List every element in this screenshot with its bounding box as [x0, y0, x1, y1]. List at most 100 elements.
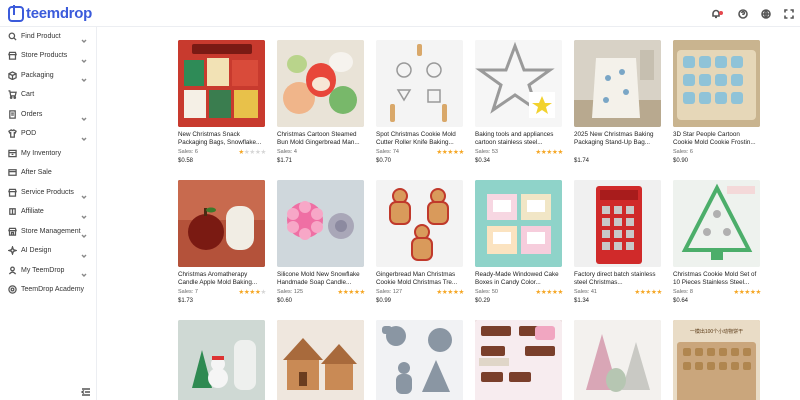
sidebar-item-store-management[interactable]: Store Management — [0, 222, 97, 240]
sidebar-item-affiliate[interactable]: Affiliate — [0, 203, 97, 221]
sales-value: 127 — [392, 289, 403, 295]
product-image[interactable] — [376, 320, 463, 400]
sidebar-item-teemdrop-academy[interactable]: TeemDrop Academy — [0, 281, 97, 299]
product-image[interactable] — [475, 180, 562, 267]
product-title[interactable]: New Christmas Snack Packaging Bags, Snow… — [178, 131, 266, 147]
product-card[interactable] — [277, 320, 367, 400]
product-title[interactable]: Ready-Made Windowed Cake Boxes in Candy … — [475, 271, 563, 287]
product-price: $0.70 — [376, 158, 392, 164]
product-title[interactable]: Christmas Aromatherapy Candle Apple Mold… — [178, 271, 266, 287]
help-icon[interactable] — [731, 8, 754, 19]
bell-icon[interactable] — [704, 9, 727, 19]
product-title[interactable]: 3D Star People Cartoon Cookie Mold Cooki… — [673, 131, 761, 147]
sidebar-item-label: Store Management — [21, 227, 81, 235]
product-image[interactable] — [475, 320, 562, 400]
product-image[interactable] — [277, 180, 364, 267]
product-image[interactable] — [178, 320, 265, 400]
sidebar-item-pod[interactable]: POD — [0, 125, 97, 143]
product-image[interactable] — [574, 180, 661, 267]
product-image[interactable] — [574, 40, 661, 127]
fullscreen-icon[interactable] — [777, 8, 800, 19]
sidebar-item-after-sale[interactable]: After Sale — [0, 164, 97, 182]
sales-label: Sales: — [475, 149, 491, 155]
product-image[interactable] — [475, 40, 562, 127]
globe-icon[interactable] — [754, 8, 777, 19]
product-title[interactable]: Spot Christmas Cookie Mold Cutter Roller… — [376, 131, 464, 147]
product-title[interactable]: Gingerbread Man Christmas Cookie Mold Ch… — [376, 271, 464, 287]
sidebar-item-orders[interactable]: Orders — [0, 105, 97, 123]
collapse-sidebar-icon[interactable] — [80, 384, 91, 396]
product-image[interactable] — [178, 180, 265, 267]
affiliate-icon — [8, 207, 17, 216]
sidebar-item-cart[interactable]: Cart — [0, 86, 97, 104]
product-price: $0.64 — [673, 298, 689, 304]
product-image[interactable] — [277, 40, 364, 127]
product-card[interactable] — [574, 320, 664, 400]
product-title[interactable]: Baking tools and appliances cartoon stai… — [475, 131, 563, 147]
product-card[interactable]: 2025 New Christmas Baking Packaging Stan… — [574, 40, 664, 164]
product-card[interactable] — [475, 320, 565, 400]
sales-row: Sales: 8 ★★★★★ — [673, 288, 761, 296]
product-card[interactable]: Silicone Mold New Snowflake Handmade Soa… — [277, 180, 367, 304]
star-icon: ★★★★★ — [535, 289, 563, 296]
sidebar-item-service-products[interactable]: Service Products — [0, 183, 97, 201]
product-price: $1.71 — [277, 158, 293, 164]
product-image[interactable] — [178, 40, 265, 127]
product-card[interactable]: Baking tools and appliances cartoon stai… — [475, 40, 565, 164]
sidebar-item-my-inventory[interactable]: My Inventory — [0, 144, 97, 162]
product-card[interactable]: Christmas Aromatherapy Candle Apple Mold… — [178, 180, 268, 304]
product-card[interactable]: 一模出100个小动物饼干 — [673, 320, 763, 400]
inventory-icon — [8, 149, 17, 158]
product-image[interactable] — [277, 320, 364, 400]
sales-count: Sales: 41 — [574, 289, 597, 295]
chevron-down-icon — [80, 188, 88, 199]
product-image[interactable] — [376, 40, 463, 127]
product-card[interactable] — [178, 320, 268, 400]
notification-dot — [719, 10, 723, 15]
sales-value: 125 — [293, 289, 304, 295]
logo-icon — [8, 4, 24, 22]
product-card[interactable] — [376, 320, 466, 400]
product-card[interactable]: Spot Christmas Cookie Mold Cutter Roller… — [376, 40, 466, 164]
product-image[interactable] — [376, 180, 463, 267]
product-card[interactable]: Gingerbread Man Christmas Cookie Mold Ch… — [376, 180, 466, 304]
sales-count: Sales: 6 — [178, 149, 198, 155]
product-image[interactable] — [673, 180, 760, 267]
product-card[interactable]: Christmas Cookie Mold Set of 10 Pieces S… — [673, 180, 763, 304]
sales-row: Sales: 127 ★★★★★ — [376, 288, 464, 296]
top-icons — [704, 0, 800, 27]
logo[interactable]: teemdrop — [8, 4, 92, 22]
product-title[interactable]: 2025 New Christmas Baking Packaging Stan… — [574, 131, 662, 147]
sales-row: Sales: 50 ★★★★★ — [475, 288, 563, 296]
chevron-down-icon — [80, 227, 88, 238]
product-image[interactable] — [574, 320, 661, 400]
product-card[interactable]: Christmas Cartoon Steamed Bun Mold Ginge… — [277, 40, 367, 164]
orders-icon — [8, 109, 17, 119]
sales-value: 50 — [491, 289, 498, 295]
product-card[interactable]: Factory direct batch stainless steel Chr… — [574, 180, 664, 304]
product-title[interactable]: Silicone Mold New Snowflake Handmade Soa… — [277, 271, 365, 287]
product-card[interactable]: Ready-Made Windowed Cake Boxes in Candy … — [475, 180, 565, 304]
sales-count: Sales: 7 — [178, 289, 198, 295]
sales-value: 4 — [293, 149, 297, 155]
product-title[interactable]: Christmas Cartoon Steamed Bun Mold Ginge… — [277, 131, 365, 147]
sidebar-item-ai-design[interactable]: AI Design — [0, 242, 97, 260]
star-rating: ★★★★★ — [337, 288, 365, 296]
product-card[interactable]: New Christmas Snack Packaging Bags, Snow… — [178, 40, 268, 164]
sidebar-item-my-teemdrop[interactable]: My TeemDrop — [0, 261, 97, 279]
product-grid: New Christmas Snack Packaging Bags, Snow… — [98, 27, 800, 400]
sidebar-item-packaging[interactable]: Packaging — [0, 66, 97, 84]
sales-count: Sales: 8 — [673, 289, 693, 295]
sales-label: Sales: — [574, 289, 590, 295]
sidebar-item-store-products[interactable]: Store Products — [0, 47, 97, 65]
chevron-down-icon — [80, 110, 88, 121]
star-icon: ★★★★★ — [436, 149, 464, 156]
product-card[interactable]: 3D Star People Cartoon Cookie Mold Cooki… — [673, 40, 763, 164]
star-icon: ★★★★★ — [436, 289, 464, 296]
product-image[interactable] — [673, 40, 760, 127]
sidebar-item-find-product[interactable]: Find Product — [0, 27, 97, 45]
ai-icon — [8, 246, 17, 255]
product-title[interactable]: Factory direct batch stainless steel Chr… — [574, 271, 662, 287]
product-image[interactable]: 一模出100个小动物饼干 — [673, 320, 760, 400]
product-title[interactable]: Christmas Cookie Mold Set of 10 Pieces S… — [673, 271, 761, 287]
